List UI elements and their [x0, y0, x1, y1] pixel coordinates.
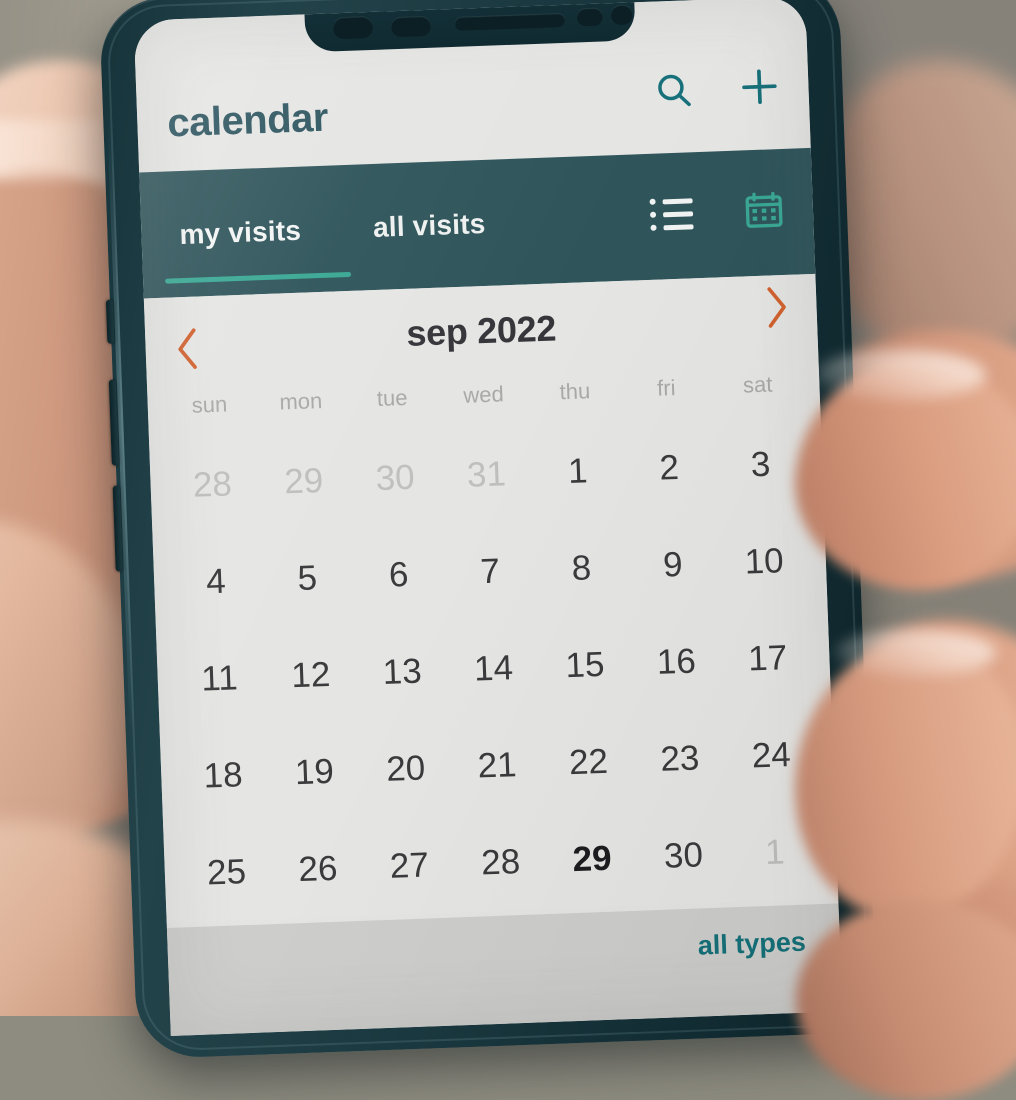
foreground-finger-highlight-1 — [816, 350, 986, 400]
list-view-icon[interactable] — [649, 197, 693, 231]
calendar-day[interactable]: 21 — [451, 744, 544, 787]
notch-sensor-3 — [576, 7, 603, 26]
calendar-day[interactable]: 9 — [626, 543, 719, 586]
weekday-label-sun: sun — [163, 390, 256, 437]
calendar-day[interactable]: 29 — [257, 460, 350, 503]
page-title: calendar — [167, 96, 329, 147]
calendar-day[interactable]: 28 — [454, 841, 547, 884]
calendar-day[interactable]: 6 — [352, 553, 445, 596]
calendar-day[interactable]: 30 — [637, 834, 730, 877]
plus-icon[interactable] — [738, 65, 782, 109]
tab-bar: my visits all visits — [139, 148, 815, 299]
calendar-day[interactable]: 4 — [170, 560, 263, 603]
phone-screen: calendar my visits — [134, 0, 843, 1036]
phone-device: calendar my visits — [99, 0, 877, 1059]
calendar-day[interactable]: 19 — [268, 750, 361, 793]
weekday-label-sat: sat — [711, 370, 804, 417]
calendar-day[interactable]: 18 — [177, 754, 270, 797]
calendar-day[interactable]: 10 — [718, 540, 811, 583]
active-tab-indicator — [165, 272, 351, 284]
next-month-button[interactable] — [758, 281, 794, 339]
notch-sensor-2 — [391, 16, 432, 37]
weekday-label-mon: mon — [255, 387, 348, 434]
calendar-day[interactable]: 3 — [714, 443, 807, 486]
weekday-label-thu: thu — [529, 377, 622, 424]
calendar-day[interactable]: 20 — [359, 747, 452, 790]
calendar-grid: sunmontuewedthufrisat 282930311234567891… — [147, 370, 838, 923]
notch-front-camera — [610, 4, 633, 25]
notch-sensor-1 — [333, 16, 374, 39]
tab-list: my visits all visits — [169, 204, 496, 252]
calendar-day[interactable]: 7 — [444, 550, 537, 593]
calendar-day[interactable]: 25 — [180, 851, 273, 894]
calendar-day[interactable]: 12 — [264, 653, 357, 696]
calendar-day-today[interactable]: 29 — [546, 837, 639, 880]
weekday-label-tue: tue — [346, 384, 439, 431]
current-month-label: sep 2022 — [145, 298, 818, 365]
tab-all-visits[interactable]: all visits — [362, 204, 496, 245]
calendar-day[interactable]: 23 — [633, 737, 726, 780]
filter-all-types-button[interactable]: all types — [697, 927, 806, 962]
weekday-label-fri: fri — [620, 374, 713, 421]
calendar-day[interactable]: 11 — [173, 657, 266, 700]
calendar-day[interactable]: 31 — [440, 453, 533, 496]
weekday-label-wed: wed — [437, 380, 530, 427]
header-actions — [652, 65, 781, 112]
tab-my-visits[interactable]: my visits — [169, 210, 312, 251]
foreground-finger-highlight-2 — [836, 630, 996, 676]
calendar-day[interactable]: 5 — [261, 557, 354, 600]
calendar-day[interactable]: 17 — [721, 637, 814, 680]
calendar-view-icon[interactable] — [742, 189, 786, 233]
calendar-weeks: 2829303112345678910111213141516171819202… — [165, 414, 822, 922]
calendar-day[interactable]: 16 — [630, 640, 723, 683]
search-icon[interactable] — [652, 68, 696, 112]
calendar-day[interactable]: 28 — [166, 463, 259, 506]
bottom-filter-bar: all types — [167, 903, 843, 1036]
calendar-day[interactable]: 1 — [531, 450, 624, 493]
calendar-day[interactable]: 13 — [356, 650, 449, 693]
notch-earpiece-speaker — [455, 13, 565, 31]
view-toggle-group — [649, 189, 785, 236]
calendar-day[interactable]: 22 — [542, 740, 635, 783]
calendar-day[interactable]: 14 — [447, 647, 540, 690]
calendar-day[interactable]: 2 — [623, 446, 716, 489]
calendar-day[interactable]: 26 — [272, 847, 365, 890]
calendar-day[interactable]: 15 — [539, 643, 632, 686]
calendar-day[interactable]: 8 — [535, 546, 628, 589]
calendar-day[interactable]: 30 — [349, 456, 442, 499]
calendar-day[interactable]: 27 — [363, 844, 456, 887]
